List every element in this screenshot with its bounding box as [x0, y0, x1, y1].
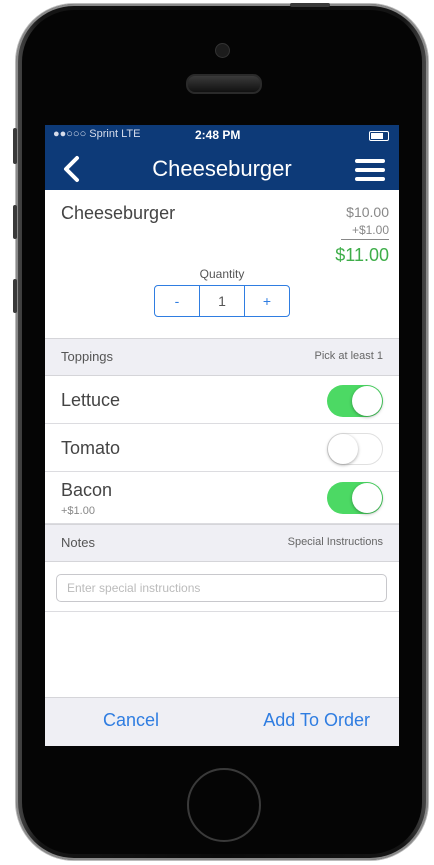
price-divider [341, 239, 389, 240]
topping-name: Tomato [61, 438, 121, 458]
status-time: 2:48 PM [195, 128, 241, 142]
quantity-increment-button[interactable]: + [245, 286, 289, 316]
power-button [290, 3, 330, 7]
mute-switch [13, 128, 17, 164]
add-to-order-button[interactable]: Add To Order [263, 710, 370, 731]
topping-price: +$1.00 [61, 505, 95, 517]
chevron-left-icon[interactable] [59, 153, 87, 185]
toppings-header: Toppings Pick at least 1 [45, 338, 399, 376]
battery-icon [369, 131, 389, 141]
front-camera [215, 43, 230, 58]
quantity-label: Quantity [199, 267, 245, 281]
navigation-bar: ●●○○○ Sprint LTE 2:48 PM Cheeseburger [45, 125, 399, 190]
lettuce-toggle[interactable] [327, 385, 383, 417]
topping-row-bacon: Bacon +$1.00 [45, 472, 399, 524]
notes-hint: Special Instructions [287, 536, 383, 548]
bacon-toggle[interactable] [327, 482, 383, 514]
quantity-value: 1 [199, 286, 245, 316]
toppings-hint: Pick at least 1 [314, 350, 383, 362]
action-bar: Cancel Add To Order [45, 697, 399, 746]
earpiece-speaker [186, 74, 262, 94]
special-instructions-input[interactable] [56, 574, 387, 602]
topping-row-tomato: Tomato [45, 424, 399, 472]
volume-down-button [13, 279, 17, 313]
divider [45, 611, 399, 612]
hamburger-menu-icon[interactable] [355, 159, 385, 181]
carrier-label: ●●○○○ Sprint LTE [53, 128, 141, 140]
item-name: Cheeseburger [61, 203, 176, 223]
topping-name: Lettuce [61, 390, 121, 410]
tomato-toggle[interactable] [327, 433, 383, 465]
base-price: $10.00 [346, 204, 389, 220]
app-screen: ●●○○○ Sprint LTE 2:48 PM Cheeseburger Ch… [45, 125, 399, 746]
quantity-stepper: - 1 + [154, 285, 290, 317]
cancel-button[interactable]: Cancel [103, 710, 159, 731]
total-price: $11.00 [335, 245, 389, 265]
volume-up-button [13, 205, 17, 239]
home-button[interactable] [187, 768, 261, 842]
page-title: Cheeseburger [152, 156, 292, 181]
notes-header: Notes Special Instructions [45, 524, 399, 562]
topping-name: Bacon [61, 480, 113, 500]
status-bar: ●●○○○ Sprint LTE 2:48 PM [45, 125, 399, 145]
quantity-decrement-button[interactable]: - [155, 286, 199, 316]
extra-price: +$1.00 [351, 223, 389, 237]
topping-row-lettuce: Lettuce [45, 376, 399, 424]
toppings-label: Toppings [61, 349, 114, 364]
notes-label: Notes [61, 535, 95, 550]
